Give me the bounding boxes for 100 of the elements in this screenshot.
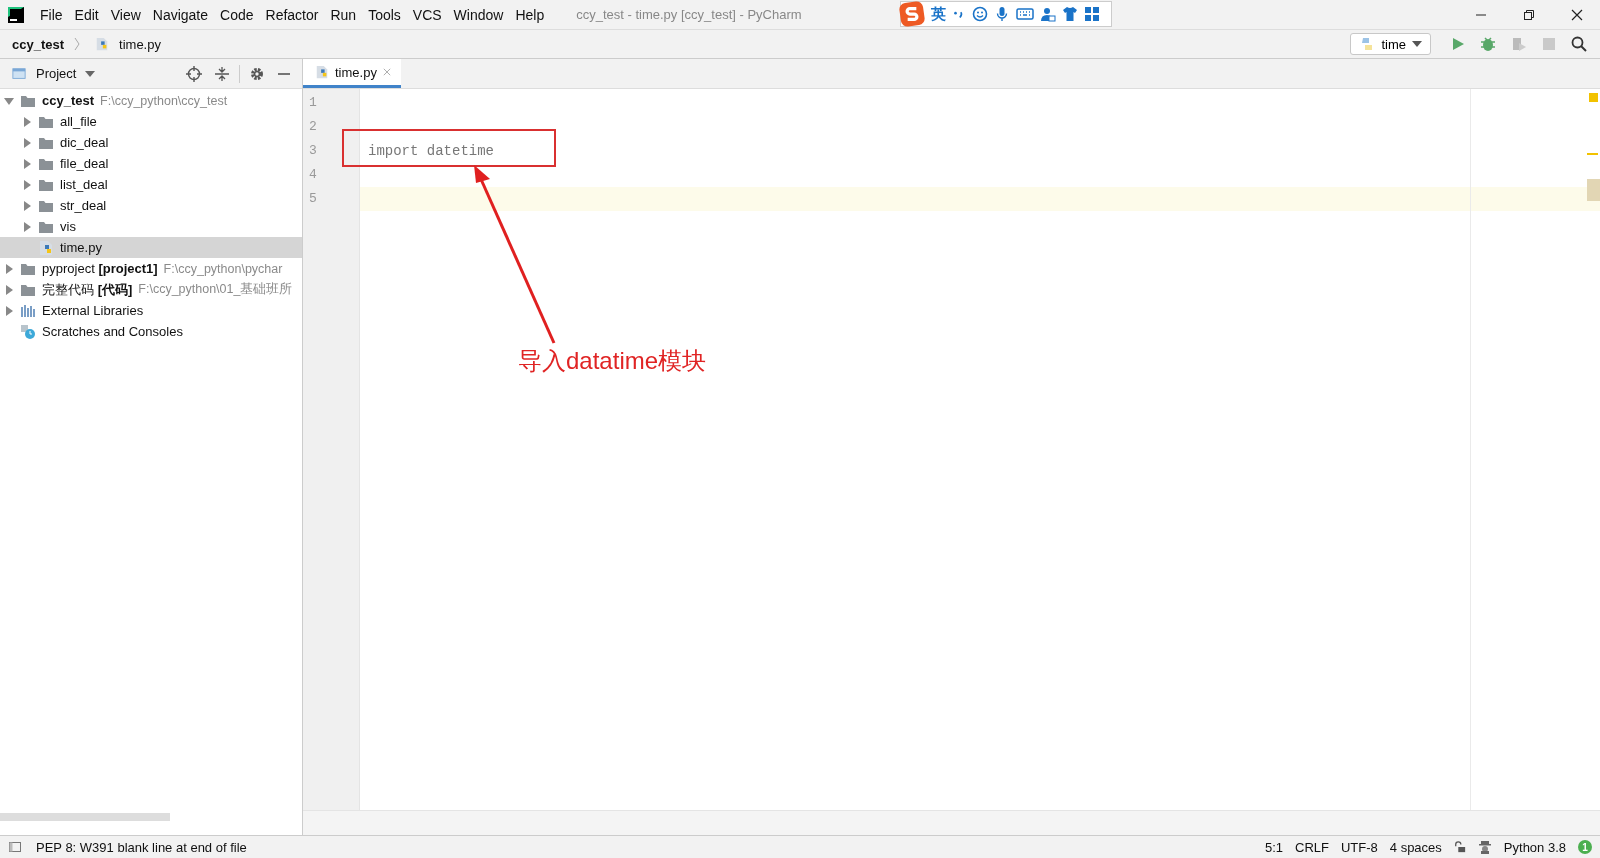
menu-item[interactable]: Help (509, 6, 551, 23)
tree-row[interactable]: dic_deal (0, 132, 302, 153)
panel-title[interactable]: Project (36, 66, 77, 81)
folder-icon (20, 93, 36, 108)
tree-item-label: file_deal (60, 156, 109, 171)
tree-item-label: dic_deal (60, 135, 109, 150)
line-number: 5 (308, 190, 318, 208)
tree-row[interactable]: time.py (0, 237, 302, 258)
folder-icon (20, 261, 36, 276)
tree-item-path: F:\ccy_python\pychar (163, 261, 283, 276)
menu-item[interactable]: File (34, 6, 69, 23)
error-stripe-marker (1587, 153, 1598, 155)
search-icon[interactable] (1571, 36, 1587, 52)
menu-item[interactable]: Refactor (259, 6, 325, 23)
collapsed-arrow-icon[interactable] (4, 284, 14, 295)
editor-tab[interactable]: time.py (303, 59, 401, 88)
tree-row[interactable]: list_deal (0, 174, 302, 195)
library-icon (20, 303, 36, 318)
python-file-icon (95, 37, 110, 51)
tree-item-label: list_deal (60, 177, 108, 192)
collapsed-arrow-icon[interactable] (22, 179, 32, 190)
tree-item-label: str_deal (60, 198, 107, 213)
panel-toggle-icon[interactable] (8, 840, 22, 854)
tree-item-label: ccy_test (42, 93, 95, 108)
status-item[interactable]: UTF-8 (1340, 839, 1378, 855)
collapsed-arrow-icon[interactable] (4, 305, 14, 316)
ime-mode-toggle[interactable]: 英 (931, 4, 946, 24)
collapse-icon[interactable] (214, 65, 230, 82)
folder-icon (38, 135, 54, 150)
tree-item-label: 完整代码 [代码] (42, 280, 133, 299)
scrollbar-thumb[interactable] (1587, 179, 1600, 201)
line-number: 4 (308, 166, 318, 184)
tree-item-label: Scratches and Consoles (42, 324, 183, 339)
annotation-text: 导入datatime模块 (518, 346, 707, 376)
collapsed-arrow-icon[interactable] (22, 221, 32, 232)
folder-icon (38, 156, 54, 171)
run-icon[interactable] (1451, 37, 1465, 51)
breadcrumb[interactable]: ccy_test (12, 36, 65, 52)
status-item[interactable]: CRLF (1295, 839, 1329, 855)
run-configuration-dropdown[interactable]: time (1350, 33, 1431, 55)
microphone-icon[interactable] (994, 6, 1010, 22)
tree-row[interactable]: 完整代码 [代码] F:\ccy_python\01_基础班所 (0, 279, 302, 300)
line-number: 1 (308, 94, 318, 112)
status-item[interactable]: 4 spaces (1389, 839, 1442, 855)
collapsed-arrow-icon[interactable] (22, 116, 32, 127)
tree-row[interactable]: External Libraries (0, 300, 302, 321)
folder-icon (38, 114, 54, 129)
tree-row[interactable]: str_deal (0, 195, 302, 216)
user-icon[interactable] (1040, 6, 1056, 22)
tree-item-label: pyproject [project1] (42, 261, 158, 276)
collapsed-arrow-icon[interactable] (4, 263, 14, 274)
target-icon[interactable] (186, 65, 202, 82)
menu-item[interactable]: Window (447, 6, 510, 23)
code-line: import datetime (368, 143, 495, 159)
expanded-arrow-icon[interactable] (4, 95, 14, 106)
collapsed-arrow-icon[interactable] (22, 200, 32, 211)
collapsed-arrow-icon[interactable] (22, 158, 32, 169)
tree-item-label: External Libraries (42, 303, 144, 318)
settings-icon[interactable] (249, 65, 265, 82)
tree-row[interactable]: all_file (0, 111, 302, 132)
warning-marker[interactable] (1589, 93, 1598, 102)
menu-item[interactable]: VCS (406, 6, 448, 23)
tree-row[interactable]: vis (0, 216, 302, 237)
python-file-icon (315, 65, 329, 79)
restore-icon[interactable] (1523, 8, 1535, 21)
status-item[interactable]: 5:1 (1264, 839, 1283, 855)
chevron-icon (74, 37, 81, 51)
dropdown-arrow-icon[interactable] (85, 70, 96, 77)
menu-item[interactable]: Tools (362, 6, 407, 23)
status-message: PEP 8: W391 blank line at end of file (36, 839, 247, 855)
lock-icon[interactable] (1453, 841, 1466, 853)
folder-icon (38, 198, 54, 213)
tree-row[interactable]: file_deal (0, 153, 302, 174)
menu-item[interactable]: View (104, 6, 147, 23)
window-title: ccy_test - time.py [ccy_test] - PyCharm (576, 7, 802, 22)
breadcrumb[interactable]: time.py (119, 36, 161, 52)
menu-item[interactable]: Run (324, 6, 363, 23)
bug-icon[interactable] (1480, 36, 1496, 52)
panel-icon (11, 66, 27, 81)
collapsed-arrow-icon[interactable] (22, 137, 32, 148)
scratch-icon (20, 323, 36, 340)
menu-item[interactable]: Navigate (146, 6, 215, 23)
tree-item-path: F:\ccy_python\01_基础班所 (138, 281, 293, 298)
menu-item[interactable]: Code (214, 6, 260, 23)
close-icon[interactable] (1571, 8, 1583, 21)
tree-row[interactable]: Scratches and Consoles (0, 321, 302, 342)
menu-item[interactable]: Edit (68, 6, 105, 23)
shirt-icon[interactable] (1062, 6, 1078, 22)
scrollbar-thumb[interactable] (0, 813, 170, 821)
inspector-icon[interactable] (1477, 840, 1492, 854)
tree-row[interactable]: pyproject [project1] F:\ccy_python\pychar (0, 258, 302, 279)
tree-item-label: vis (60, 219, 76, 234)
tree-item-label: time.py (60, 240, 102, 255)
folder-icon (20, 282, 36, 297)
interpreter-status[interactable]: Python 3.8 (1503, 839, 1566, 855)
keyboard-icon[interactable] (1016, 6, 1034, 22)
folder-icon (38, 219, 54, 234)
tree-row[interactable]: ccy_test F:\ccy_python\ccy_test (0, 90, 302, 111)
grid-icon[interactable] (1084, 6, 1100, 22)
smiley-icon[interactable] (972, 6, 988, 22)
